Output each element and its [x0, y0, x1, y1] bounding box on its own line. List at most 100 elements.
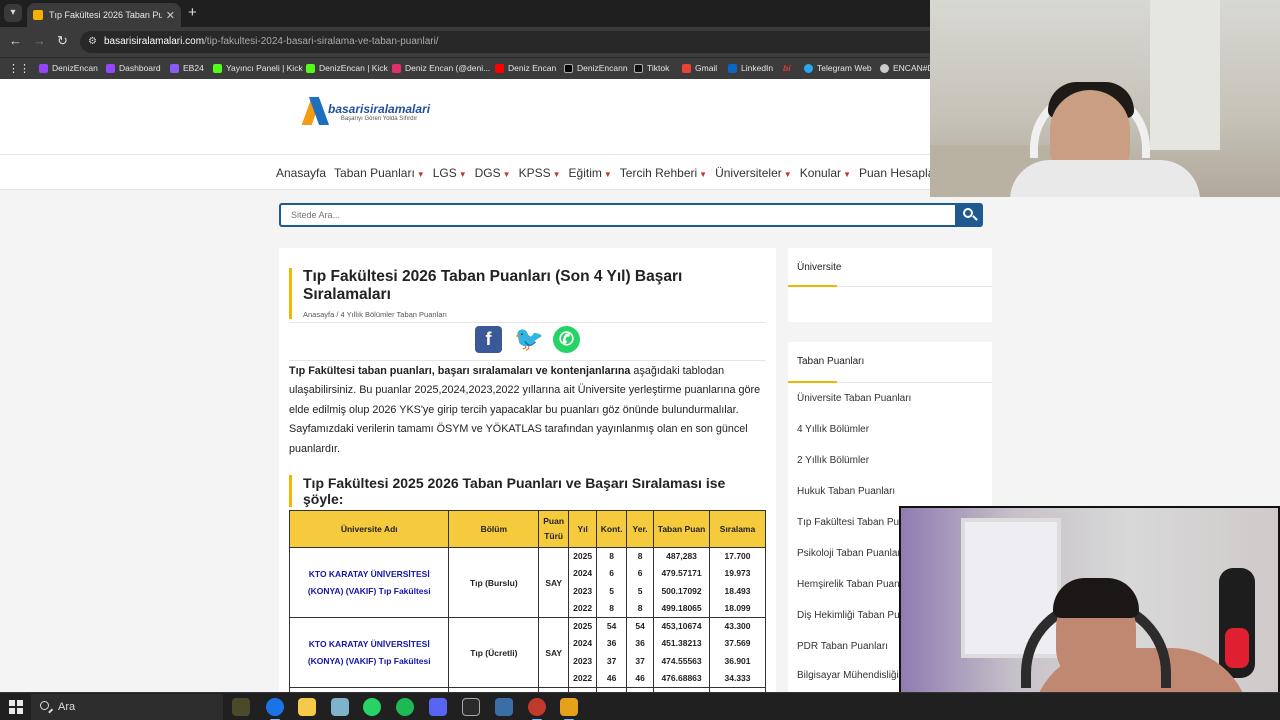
bookmark-item[interactable]: Dashboard — [106, 63, 161, 73]
bookmark-item[interactable]: Deniz Encan (@deni... — [392, 63, 490, 73]
url-domain: basarisiralamalari.com — [104, 36, 205, 47]
placed-cell: 54 36 37 46 — [626, 617, 655, 688]
nav-tercih-rehberi[interactable]: Tercih Rehberi ▼ — [620, 166, 707, 180]
bookmark-item[interactable]: Tiktok — [634, 63, 669, 73]
widget-title: Taban Puanları — [797, 356, 865, 367]
base-score-cell: 453,10674 451.38213 474.55563 476.68863 — [653, 617, 711, 688]
nav-home[interactable]: Anasayfa — [276, 166, 326, 180]
obs-icon[interactable] — [528, 698, 546, 720]
reload-icon[interactable]: ↻ — [57, 33, 68, 49]
nav-konular[interactable]: Konular ▼ — [800, 166, 851, 180]
university-link[interactable]: KTO KARATAY ÜNİVERSİTESİ (KONYA) (VAKIF)… — [288, 547, 450, 618]
site-search-button[interactable] — [956, 203, 983, 227]
rank-cell: 43.300 37.569 36.901 34.333 — [709, 617, 766, 688]
apps-grid-icon[interactable]: ⋮⋮ — [8, 62, 30, 75]
chevron-down-icon: ▼ — [843, 170, 851, 179]
facebook-share-icon[interactable]: f — [475, 326, 502, 353]
th-rank: Sıralama — [709, 510, 766, 548]
site-favicon-icon — [33, 10, 43, 20]
nav-kpss[interactable]: KPSS ▼ — [519, 166, 561, 180]
new-tab-button[interactable]: + — [188, 4, 197, 21]
nav-dgs[interactable]: DGS ▼ — [475, 166, 511, 180]
taskbar-search[interactable]: Ara — [31, 694, 223, 720]
logo-slogan: Başarıyı Gören Yolda Sıfırdır — [340, 116, 418, 122]
capcut-icon[interactable] — [462, 698, 480, 716]
year-cell: 2025 2024 2023 2022 — [568, 547, 598, 618]
tab-search-button[interactable]: ▾ — [4, 4, 22, 22]
bookmark-item[interactable]: Gmail — [682, 63, 717, 73]
discord-icon[interactable] — [429, 698, 447, 716]
chrome-icon[interactable] — [266, 698, 284, 720]
back-arrow-icon[interactable]: ← — [9, 33, 22, 48]
score-type-cell: SAY — [538, 617, 570, 688]
forward-arrow-icon[interactable]: → — [33, 33, 46, 48]
sidebar-link[interactable]: 2 Yıllık Bölümler — [797, 455, 987, 466]
bookmark-item[interactable]: Yayıncı Paneli | Kick — [213, 63, 303, 73]
article-intro: Tıp Fakültesi taban puanları, başarı sır… — [289, 365, 761, 455]
nav-lgs[interactable]: LGS ▼ — [433, 166, 467, 180]
bookmark-item[interactable]: LinkedIn — [728, 63, 773, 73]
nav-taban-puanlari[interactable]: Taban Puanları ▼ — [334, 166, 425, 180]
share-buttons: f 🐦 ✆ — [475, 326, 580, 353]
bookmark-item[interactable]: Deniz Encan — [495, 63, 556, 73]
th-score-type: Puan Türü — [538, 510, 570, 548]
score-table: Üniversite Adı Bölüm Puan Türü Yıl Kont.… — [288, 510, 766, 692]
app-icon[interactable] — [560, 698, 578, 720]
article-subtitle: Tıp Fakültesi 2025 2026 Taban Puanları v… — [303, 475, 726, 507]
chevron-down-icon: ▼ — [783, 170, 792, 179]
chevron-down-icon: ▼ — [552, 170, 561, 179]
tab-close-icon[interactable]: ✕ — [166, 9, 175, 22]
sidebar-link[interactable]: Üniversite Taban Puanları — [797, 393, 987, 404]
spotify-icon[interactable] — [396, 698, 414, 716]
app-icon[interactable] — [232, 698, 250, 716]
site-logo[interactable]: basarisiralamalari Başarıyı Gören Yolda … — [304, 97, 430, 127]
app-icon[interactable] — [495, 698, 513, 716]
logo-mark-icon — [304, 97, 326, 127]
twitter-share-icon[interactable]: 🐦 — [514, 326, 544, 353]
chevron-down-icon: ▼ — [699, 170, 708, 179]
search-icon — [40, 701, 49, 710]
bi-bookmark-icon[interactable]: bi — [783, 63, 791, 73]
bookmark-item[interactable]: DenizEncan | Kick — [306, 63, 388, 73]
widget-underline — [788, 381, 992, 383]
sidebar-link[interactable]: 4 Yıllık Bölümler — [797, 424, 987, 435]
site-search-input[interactable] — [279, 203, 957, 227]
site-info-icon[interactable]: ⚙ — [88, 31, 97, 53]
widget-title: Üniversite — [797, 262, 842, 273]
windows-start-icon[interactable] — [9, 700, 23, 714]
quota-cell: 54 36 37 46 — [596, 617, 628, 688]
bookmark-item[interactable]: DenizEncan — [39, 63, 98, 73]
table-row: KTO KARATAY ÜNİVERSİTESİ (KONYA) (VAKIF)… — [288, 547, 766, 618]
bookmark-item[interactable]: DenizEncann — [564, 63, 628, 73]
chevron-down-icon: ▼ — [416, 170, 425, 179]
bookmark-item[interactable]: Telegram Web — [804, 63, 872, 73]
whatsapp-share-icon[interactable]: ✆ — [553, 326, 580, 353]
year-cell: 2025 2024 2023 2022 — [568, 617, 598, 688]
department-cell: Tıp (Burslu) — [448, 547, 540, 618]
th-university: Üniversite Adı — [288, 510, 450, 548]
nav-egitim[interactable]: Eğitim ▼ — [569, 166, 612, 180]
logo-text: basarisiralamalari — [328, 102, 431, 116]
address-bar[interactable]: ⚙ basarisiralamalari.com/tip-fakultesi-2… — [80, 31, 940, 53]
whatsapp-icon[interactable] — [363, 698, 381, 716]
site-search — [279, 203, 983, 227]
microphone-icon — [1219, 568, 1255, 678]
divider — [289, 360, 766, 361]
university-link[interactable]: KTO KARATAY ÜNİVERSİTESİ (KONYA) (VAKIF)… — [288, 617, 450, 688]
chevron-down-icon: ▼ — [458, 170, 467, 179]
quota-cell: 8 6 5 8 — [596, 547, 628, 618]
breadcrumb[interactable]: Anasayfa / 4 Yıllık Bölümler Taban Puanl… — [303, 310, 766, 319]
file-explorer-icon[interactable] — [298, 698, 316, 716]
article-card: Tıp Fakültesi 2026 Taban Puanları (Son 4… — [279, 248, 776, 692]
table-row: KTO KARATAY ÜNİVERSİTESİ (KONYA) (VAKIF)… — [288, 617, 766, 688]
notepad-icon[interactable] — [331, 698, 349, 716]
url-path: /tip-fakultesi-2024-basari-siralama-ve-t… — [204, 36, 439, 47]
th-year: Yıl — [568, 510, 598, 548]
bookmark-item[interactable]: EB24 — [170, 63, 204, 73]
nav-universiteler[interactable]: Üniversiteler ▼ — [715, 166, 792, 180]
browser-tab-active[interactable]: Tıp Fakültesi 2026 Taban Puanları ✕ — [27, 3, 181, 27]
tab-title: Tıp Fakültesi 2026 Taban Puanları — [49, 10, 162, 20]
bookmark-item[interactable]: ENCAN#D — [880, 63, 934, 73]
sidebar-link[interactable]: Hukuk Taban Puanları — [797, 486, 987, 497]
chevron-down-icon: ▼ — [603, 170, 612, 179]
